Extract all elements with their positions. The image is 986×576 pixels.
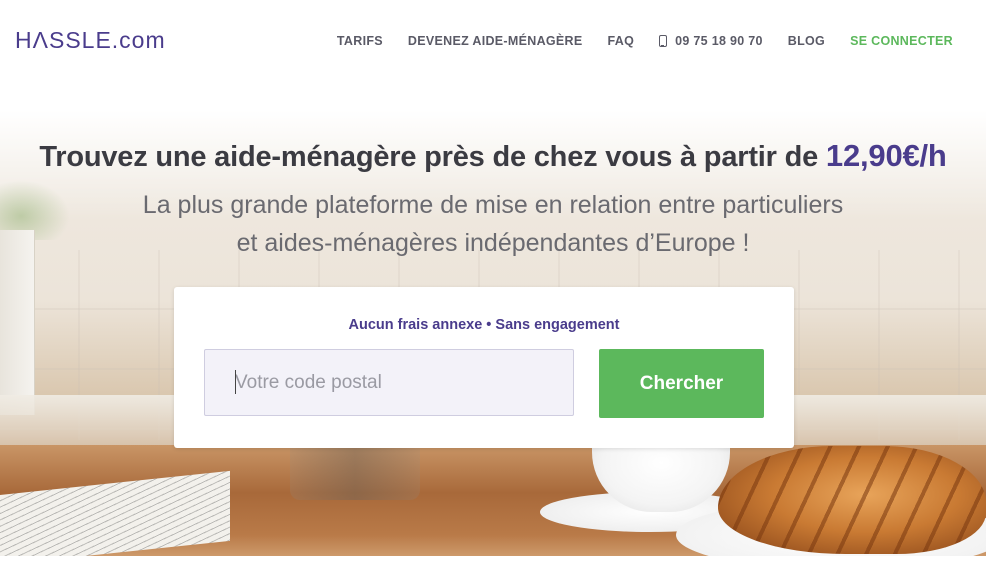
phone-number: 09 75 18 90 70: [675, 34, 763, 48]
search-button[interactable]: Chercher: [599, 349, 764, 418]
nav-blog[interactable]: BLOG: [788, 34, 825, 48]
site-logo[interactable]: HΛSSLE.com: [15, 27, 166, 54]
search-tagline: Aucun frais annexe • Sans engagement: [348, 317, 620, 333]
nav-phone[interactable]: 09 75 18 90 70: [659, 34, 763, 48]
postal-code-input[interactable]: [204, 349, 574, 416]
croissant-image: [718, 446, 986, 554]
hero-headline: Trouvez une aide-ménagère près de chez v…: [0, 138, 986, 174]
nav-faq[interactable]: FAQ: [608, 34, 635, 48]
nav-devenez-aide-menagere[interactable]: DEVENEZ AIDE-MÉNAGÈRE: [408, 34, 583, 48]
hero-subline: La plus grande plateforme de mise en rel…: [0, 186, 986, 262]
kettle-image: [290, 440, 420, 500]
subline-line-1: La plus grande plateforme de mise en rel…: [142, 191, 844, 219]
headline-price: 12,90€/h: [825, 138, 947, 173]
main-nav: TARIFS DEVENEZ AIDE-MÉNAGÈRE FAQ 09 75 1…: [312, 34, 953, 48]
header: HΛSSLE.com TARIFS DEVENEZ AIDE-MÉNAGÈRE …: [0, 0, 986, 82]
nav-se-connecter[interactable]: SE CONNECTER: [850, 34, 953, 48]
headline-text: Trouvez une aide-ménagère près de chez v…: [39, 141, 819, 173]
search-card: Aucun frais annexe • Sans engagement Che…: [174, 287, 794, 448]
text-caret: [235, 370, 236, 394]
subline-line-2: et aides-ménagères indépendantes d’Europ…: [236, 229, 750, 257]
bottom-strip: [0, 556, 986, 576]
nav-tarifs[interactable]: TARIFS: [337, 34, 383, 48]
phone-icon: [659, 35, 668, 47]
